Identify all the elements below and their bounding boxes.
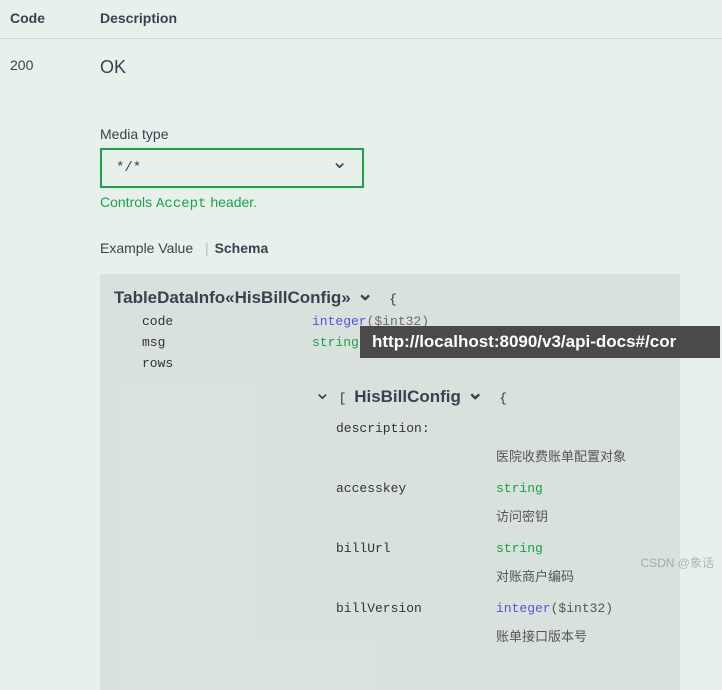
chevron-down-icon[interactable] xyxy=(357,288,374,308)
brace-open: { xyxy=(492,391,508,406)
chevron-down-icon xyxy=(331,160,348,176)
tab-divider: | xyxy=(203,240,211,256)
chevron-down-icon[interactable] xyxy=(467,387,484,407)
tab-example-value[interactable]: Example Value xyxy=(100,240,199,260)
column-header-code: Code xyxy=(10,10,100,26)
response-status: OK xyxy=(100,57,722,78)
media-type-value: */* xyxy=(116,160,141,176)
column-header-description: Description xyxy=(100,10,722,26)
tab-schema[interactable]: Schema xyxy=(215,240,275,260)
controls-accept-hint: Controls Accept header. xyxy=(100,194,722,212)
media-type-select[interactable]: */* xyxy=(100,148,364,188)
schema-field-desc: 访问密钥 xyxy=(496,506,666,525)
schema-nested-name[interactable]: HisBillConfig xyxy=(354,387,461,407)
chevron-down-icon[interactable] xyxy=(314,391,331,406)
response-code: 200 xyxy=(10,57,100,690)
schema-field-desc: 账单接口版本号 xyxy=(496,626,666,645)
schema-field-name: billVersion xyxy=(336,601,496,616)
url-tooltip: http://localhost:8090/v3/api-docs#/cor xyxy=(360,326,720,358)
media-type-label: Media type xyxy=(100,126,722,142)
schema-prop-name: code xyxy=(142,314,312,329)
schema-description-key: description: xyxy=(336,421,496,436)
schema-prop-name: msg xyxy=(142,335,312,350)
brace-open: { xyxy=(381,292,397,307)
schema-root-name[interactable]: TableDataInfo«HisBillConfig» xyxy=(114,288,351,308)
bracket-open: [ xyxy=(339,391,347,406)
schema-prop-name: rows xyxy=(142,356,312,371)
schema-description-value: 医院收费账单配置对象 xyxy=(496,446,666,465)
schema-panel: TableDataInfo«HisBillConfig» { code inte… xyxy=(100,274,680,690)
watermark: CSDN @象话 xyxy=(640,554,714,571)
schema-field-name: billUrl xyxy=(336,541,496,556)
schema-field-name: accesskey xyxy=(336,481,496,496)
